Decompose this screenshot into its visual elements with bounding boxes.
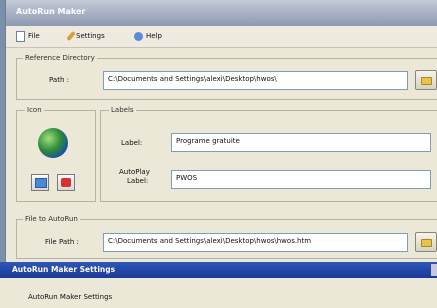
document-icon (16, 30, 25, 42)
delete-icon (61, 178, 71, 187)
wrench-icon (66, 30, 76, 42)
menu-settings[interactable]: Settings (66, 30, 105, 42)
labels-legend: Labels (109, 106, 136, 114)
icon-group-legend: Icon (25, 106, 44, 114)
settings-title-bar[interactable]: AutoRun Maker Settings (0, 262, 437, 278)
autoplay-caption-label: Label: (127, 177, 149, 185)
settings-window-title: AutoRun Maker Settings (12, 265, 116, 274)
autoplay-caption: AutoPlay (119, 168, 150, 176)
select-icon-button[interactable] (31, 174, 49, 191)
path-label: Path : (49, 76, 69, 84)
settings-window: AutoRun Maker Settings AutoRun Maker Set… (0, 262, 437, 308)
title-bar[interactable]: AutoRun Maker (6, 0, 437, 26)
browse-file-button[interactable] (415, 232, 437, 252)
labels-group: Labels Label: Programe gratuite AutoPlay… (100, 106, 437, 202)
help-icon (134, 31, 143, 41)
autorun-maker-window: AutoRun Maker File Settings Help Referen… (5, 0, 437, 262)
file-path-label: File Path : (45, 238, 79, 246)
menu-file[interactable]: File (16, 30, 40, 42)
folder-icon (421, 239, 432, 247)
settings-group-legend: AutoRun Maker Settings (28, 293, 113, 301)
globe-icon (38, 128, 68, 158)
remove-icon-button[interactable] (57, 174, 75, 191)
reference-directory-legend: Reference Directory (23, 54, 97, 62)
file-to-autorun-legend: File to AutoRun (23, 215, 80, 223)
file-path-input[interactable]: C:\Documents and Settings\alexi\Desktop\… (103, 233, 408, 252)
folder-icon (421, 77, 432, 85)
file-to-autorun-group: File to AutoRun File Path : C:\Documents… (16, 215, 437, 259)
settings-close-button[interactable] (431, 264, 437, 276)
browse-reference-button[interactable] (415, 70, 437, 90)
monitor-icon (35, 178, 47, 188)
reference-path-input[interactable]: C:\Documents and Settings\alexi\Desktop\… (103, 71, 408, 90)
icon-group: Icon (16, 106, 96, 202)
label-input[interactable]: Programe gratuite (171, 133, 431, 152)
autoplay-label-input[interactable]: PWOS (171, 170, 431, 189)
window-title: AutoRun Maker (16, 7, 86, 16)
label-caption: Label: (121, 139, 143, 147)
menu-help[interactable]: Help (134, 30, 162, 42)
menu-bar: File Settings Help (6, 26, 437, 48)
reference-directory-group: Reference Directory Path : C:\Documents … (16, 54, 437, 100)
